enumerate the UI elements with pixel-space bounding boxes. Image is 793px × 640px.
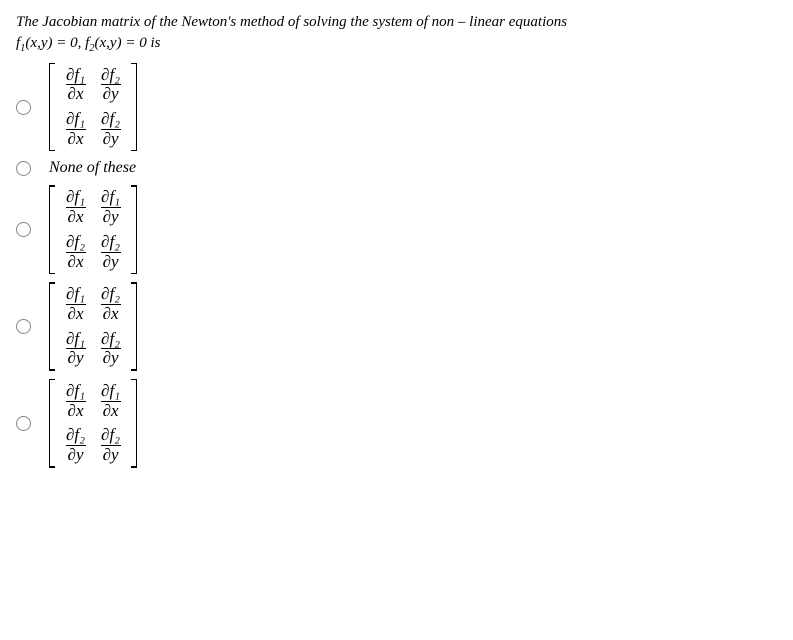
q-args1: (x,y) = 0,: [25, 35, 85, 51]
radio-icon[interactable]: [16, 319, 31, 334]
cell: ∂x: [66, 84, 86, 104]
q-line1-suffix: linear equations: [469, 14, 567, 30]
option-a-content: ∂f₁∂x ∂f₂∂y ∂f₁∂x ∂f₂∂y: [49, 63, 137, 152]
options-list: ∂f₁∂x ∂f₂∂y ∂f₁∂x ∂f₂∂y None of these ∂f…: [16, 63, 777, 468]
cell: ∂x: [66, 129, 86, 149]
bracket-right-icon: [128, 282, 137, 371]
bracket-left-icon: [49, 185, 58, 274]
cell: ∂x: [66, 401, 86, 421]
cell: ∂x: [66, 207, 86, 227]
cell: ∂f₁: [99, 188, 122, 207]
option-a[interactable]: ∂f₁∂x ∂f₂∂y ∂f₁∂x ∂f₂∂y: [16, 63, 777, 152]
bracket-right-icon: [128, 63, 137, 152]
cell: ∂x: [66, 252, 86, 272]
cell: ∂f₁: [64, 188, 87, 207]
q-args2: (x,y) = 0 is: [95, 35, 161, 51]
option-b[interactable]: None of these: [16, 159, 777, 177]
cell: ∂y: [101, 348, 121, 368]
cell: ∂f₂: [99, 285, 122, 304]
radio-icon[interactable]: [16, 222, 31, 237]
cell: ∂f₁: [64, 382, 87, 401]
radio-icon[interactable]: [16, 416, 31, 431]
bracket-left-icon: [49, 379, 58, 468]
matrix-e: ∂f₁∂x ∂f₁∂x ∂f₂∂y ∂f₂∂y: [58, 379, 128, 468]
cell: ∂f₂: [99, 110, 122, 129]
cell: ∂x: [101, 304, 121, 324]
bracket-right-icon: [128, 185, 137, 274]
cell: ∂f₂: [99, 233, 122, 252]
cell: ∂f₂: [64, 233, 87, 252]
radio-icon[interactable]: [16, 161, 31, 176]
cell: ∂f₂: [99, 426, 122, 445]
option-b-content: None of these: [49, 159, 136, 177]
q-dash: –: [454, 14, 469, 30]
cell: ∂x: [66, 304, 86, 324]
cell: ∂f₂: [99, 66, 122, 85]
cell: ∂y: [66, 348, 86, 368]
option-d[interactable]: ∂f₁∂x ∂f₂∂x ∂f₁∂y ∂f₂∂y: [16, 282, 777, 371]
cell: ∂f₁: [64, 66, 87, 85]
option-e[interactable]: ∂f₁∂x ∂f₁∂x ∂f₂∂y ∂f₂∂y: [16, 379, 777, 468]
cell: ∂f₂: [64, 426, 87, 445]
bracket-left-icon: [49, 282, 58, 371]
option-e-content: ∂f₁∂x ∂f₁∂x ∂f₂∂y ∂f₂∂y: [49, 379, 137, 468]
cell: ∂y: [101, 252, 121, 272]
cell: ∂x: [101, 401, 121, 421]
cell: ∂y: [101, 207, 121, 227]
q-line1-prefix: The Jacobian matrix of the Newton's meth…: [16, 14, 454, 30]
bracket-left-icon: [49, 63, 58, 152]
option-c[interactable]: ∂f₁∂x ∂f₁∂y ∂f₂∂x ∂f₂∂y: [16, 185, 777, 274]
matrix-d: ∂f₁∂x ∂f₂∂x ∂f₁∂y ∂f₂∂y: [58, 282, 128, 371]
matrix-a: ∂f₁∂x ∂f₂∂y ∂f₁∂x ∂f₂∂y: [58, 63, 128, 152]
cell: ∂f₂: [99, 330, 122, 349]
cell: ∂y: [101, 445, 121, 465]
radio-icon[interactable]: [16, 100, 31, 115]
option-d-content: ∂f₁∂x ∂f₂∂x ∂f₁∂y ∂f₂∂y: [49, 282, 137, 371]
cell: ∂f₁: [64, 285, 87, 304]
cell: ∂y: [101, 129, 121, 149]
cell: ∂f₁: [64, 110, 87, 129]
option-c-content: ∂f₁∂x ∂f₁∂y ∂f₂∂x ∂f₂∂y: [49, 185, 137, 274]
cell: ∂f₁: [99, 382, 122, 401]
cell: ∂f₁: [64, 330, 87, 349]
question-text: The Jacobian matrix of the Newton's meth…: [16, 12, 777, 57]
cell: ∂y: [101, 84, 121, 104]
bracket-right-icon: [128, 379, 137, 468]
matrix-c: ∂f₁∂x ∂f₁∂y ∂f₂∂x ∂f₂∂y: [58, 185, 128, 274]
cell: ∂y: [66, 445, 86, 465]
